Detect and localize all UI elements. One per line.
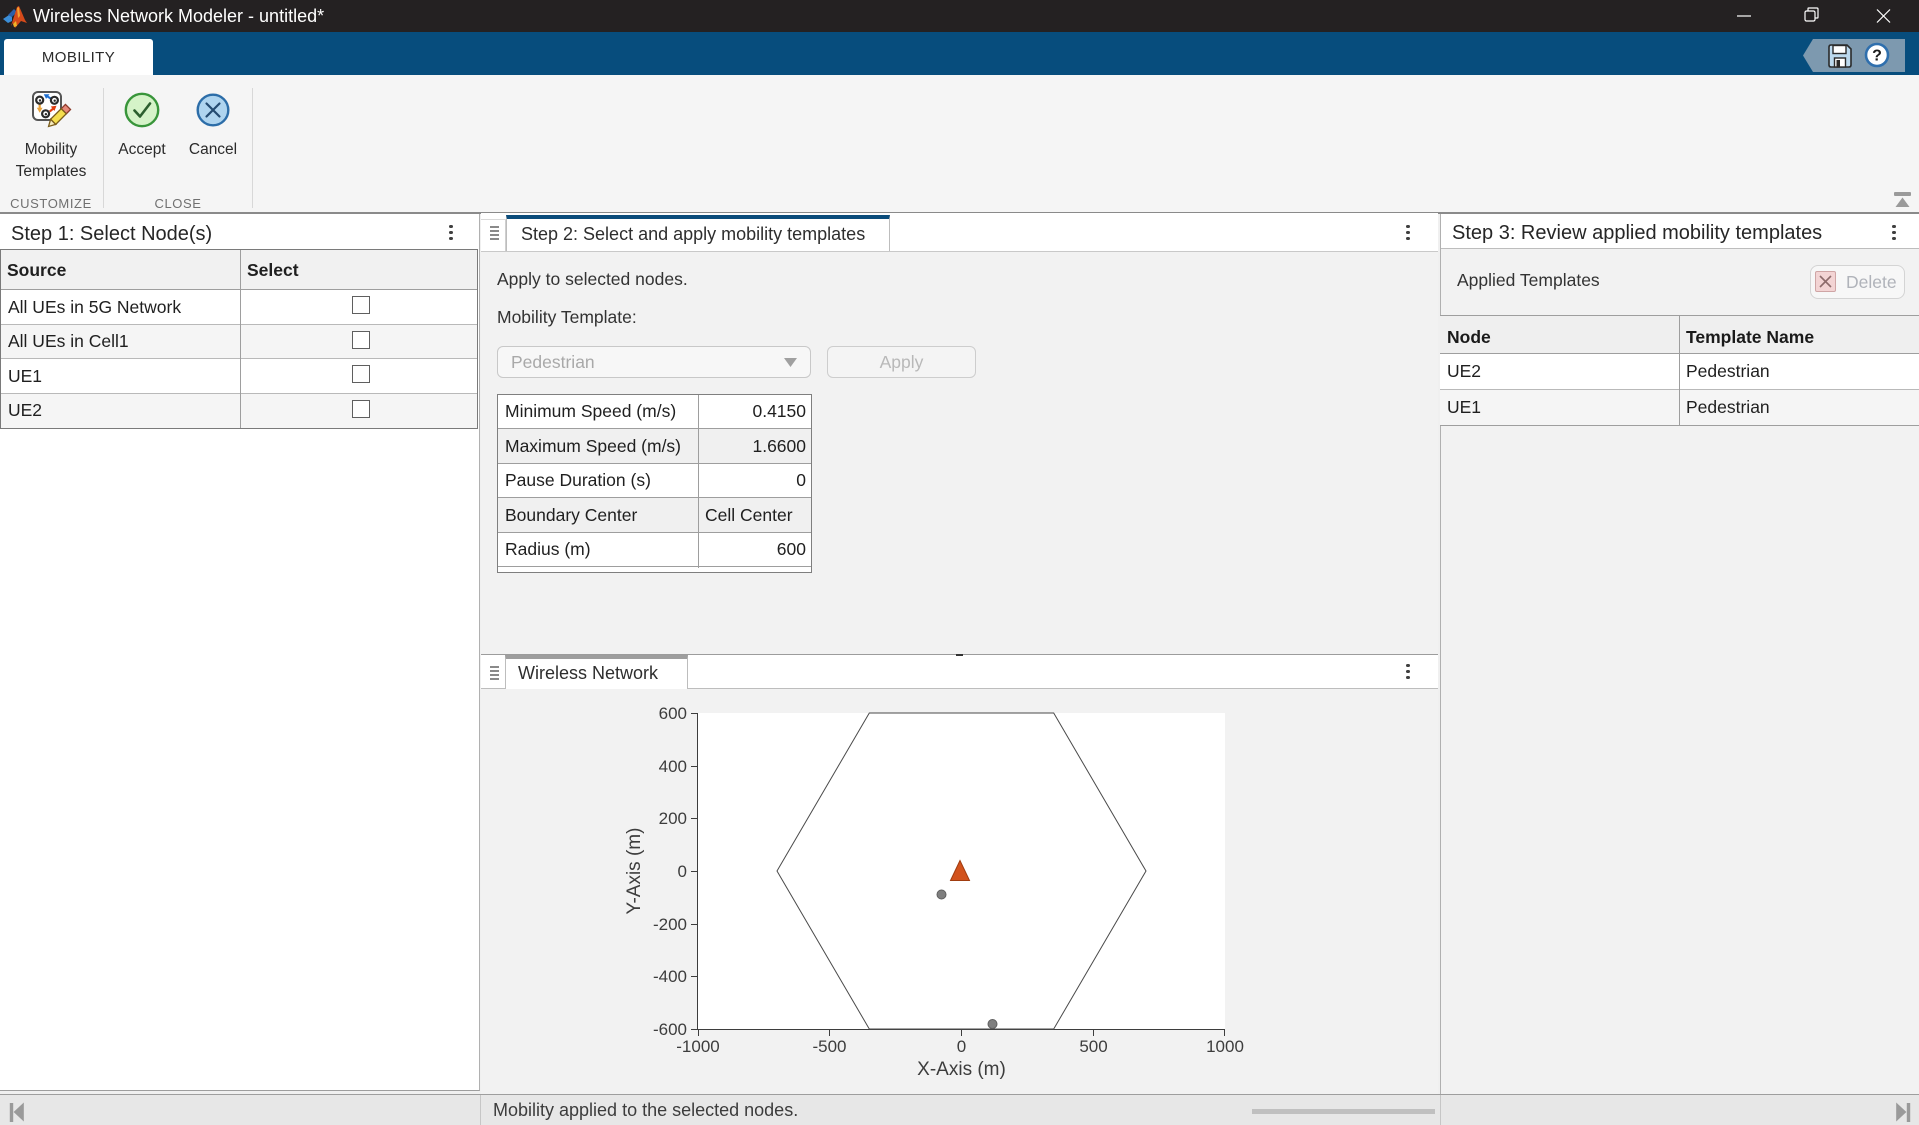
- svg-text:500: 500: [1079, 1037, 1107, 1056]
- svg-text:0: 0: [678, 862, 687, 881]
- svg-text:400: 400: [659, 757, 687, 776]
- svg-text:?: ?: [1872, 48, 1882, 65]
- svg-text:200: 200: [659, 809, 687, 828]
- svg-text:X-Axis (m): X-Axis (m): [917, 1059, 1006, 1080]
- svg-text:-500: -500: [812, 1037, 846, 1056]
- svg-text:0: 0: [957, 1037, 966, 1056]
- svg-text:-1000: -1000: [676, 1037, 719, 1056]
- svg-text:-200: -200: [653, 915, 687, 934]
- svg-text:600: 600: [659, 704, 687, 723]
- svg-text:Y-Axis (m): Y-Axis (m): [624, 828, 645, 915]
- svg-text:-400: -400: [653, 967, 687, 986]
- svg-text:1000: 1000: [1206, 1037, 1244, 1056]
